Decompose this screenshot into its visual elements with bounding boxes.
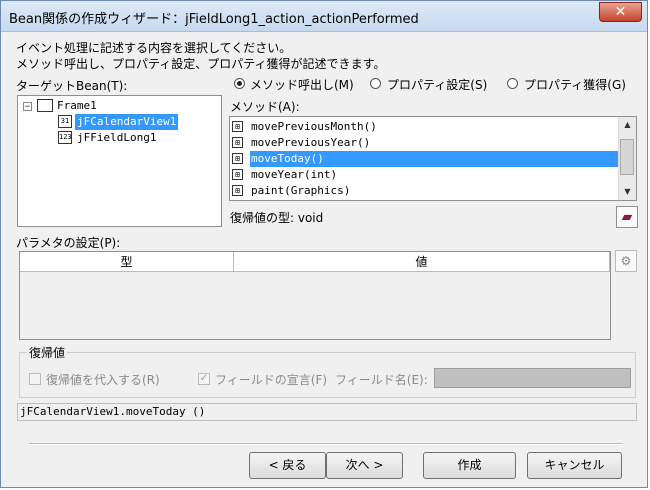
method-list[interactable]: ⊞ movePreviousMonth() ⊞ movePreviousYear… bbox=[229, 116, 637, 201]
method-list-scrollbar[interactable]: ▲ ▼ bbox=[618, 117, 636, 200]
method-icon: ⊞ bbox=[232, 121, 243, 132]
method-item[interactable]: ⊞ moveYear(int) bbox=[230, 167, 620, 183]
window-title: Bean関係の作成ウィザード：jFieldLong1_action_action… bbox=[9, 12, 419, 27]
tree-node-jffieldlong1[interactable]: 123 jFFieldLong1 bbox=[18, 130, 218, 146]
radio-property-get-label[interactable]: プロパティ獲得(G) bbox=[524, 76, 626, 93]
method-item[interactable]: ⊞ movePreviousYear() bbox=[230, 135, 620, 151]
tree-node-label: Frame1 bbox=[57, 99, 97, 112]
collapse-icon[interactable]: − bbox=[23, 102, 32, 112]
tree-node-label: jFCalendarView1 bbox=[75, 114, 179, 130]
method-item-label: paint(Graphics) bbox=[251, 184, 351, 197]
button-separator bbox=[29, 443, 623, 445]
parameters-table[interactable]: 型 値 bbox=[19, 251, 611, 340]
scroll-up-icon[interactable]: ▲ bbox=[619, 117, 636, 133]
radio-property-set[interactable] bbox=[370, 78, 381, 89]
generated-code-preview: jFCalendarView1.moveToday () bbox=[17, 403, 637, 421]
return-type-label: 復帰値の型: void bbox=[230, 211, 324, 225]
method-icon: ⊞ bbox=[232, 185, 243, 196]
method-item[interactable]: ⊞ paint(Graphics) bbox=[230, 183, 620, 199]
method-item[interactable]: ⊞ movePreviousMonth() bbox=[230, 119, 620, 135]
frame-icon bbox=[37, 99, 53, 112]
field-declaration-checkbox[interactable]: ✓ bbox=[198, 373, 210, 385]
field-name-label: フィールド名(E): bbox=[335, 373, 428, 387]
column-header-value[interactable]: 値 bbox=[234, 252, 610, 272]
method-item-label: movePreviousMonth() bbox=[251, 120, 377, 133]
scroll-thumb[interactable] bbox=[620, 139, 634, 175]
method-icon: ⊞ bbox=[232, 153, 243, 164]
close-button[interactable]: ✕ bbox=[599, 2, 642, 22]
method-item-label: movePreviousYear() bbox=[251, 136, 371, 149]
target-bean-label: ターゲットBean(T): bbox=[16, 79, 128, 93]
method-item-selected[interactable]: ⊞ moveToday() bbox=[230, 150, 621, 168]
radio-method-call-label[interactable]: メソッド呼出し(M) bbox=[250, 76, 354, 93]
create-button[interactable]: 作成 bbox=[423, 452, 516, 479]
field-declaration-label: フィールドの宣言(F) bbox=[215, 373, 328, 387]
instruction-line-2: メソッド呼出し、プロパティ設定、プロパティ獲得が記述できます。 bbox=[16, 57, 386, 71]
wizard-dialog: Bean関係の作成ウィザード：jFieldLong1_action_action… bbox=[0, 0, 648, 488]
instruction-line-1: イベント処理に記述する内容を選択してください。 bbox=[16, 41, 292, 55]
calendar-bean-icon: 31 bbox=[58, 115, 72, 128]
method-icon: ⊞ bbox=[232, 137, 243, 148]
radio-property-set-label[interactable]: プロパティ設定(S) bbox=[387, 76, 487, 93]
scroll-down-icon[interactable]: ▼ bbox=[619, 184, 636, 200]
tree-node-jfcalendarview1[interactable]: 31 jFCalendarView1 bbox=[18, 114, 218, 130]
assign-return-label: 復帰値を代入する(R) bbox=[46, 373, 160, 387]
method-item-label: moveToday() bbox=[249, 150, 621, 168]
cancel-button[interactable]: キャンセル bbox=[527, 452, 622, 479]
title-bar[interactable]: Bean関係の作成ウィザード：jFieldLong1_action_action… bbox=[1, 1, 647, 32]
radio-property-get[interactable] bbox=[507, 78, 518, 89]
field-name-input[interactable] bbox=[434, 368, 631, 388]
target-bean-tree[interactable]: − Frame1 31 jFCalendarView1 123 jFFieldL… bbox=[17, 95, 222, 227]
book-icon[interactable]: ▰ bbox=[616, 206, 638, 228]
return-value-group-title: 復帰値 bbox=[27, 344, 68, 361]
method-list-label: メソッド(A): bbox=[230, 100, 300, 114]
radio-method-call[interactable] bbox=[234, 78, 245, 89]
parameters-label: パラメタの設定(P): bbox=[16, 236, 121, 250]
next-button[interactable]: 次へ > bbox=[326, 452, 403, 479]
wand-icon[interactable]: ⚙ bbox=[615, 250, 637, 272]
assign-return-checkbox[interactable] bbox=[29, 373, 41, 385]
field-bean-icon: 123 bbox=[58, 131, 72, 144]
tree-node-frame1[interactable]: − Frame1 bbox=[18, 98, 218, 114]
tree-node-label: jFFieldLong1 bbox=[77, 131, 157, 144]
method-icon: ⊞ bbox=[232, 169, 243, 180]
column-header-type[interactable]: 型 bbox=[20, 252, 234, 272]
back-button[interactable]: < 戻る bbox=[249, 452, 326, 479]
method-item-label: moveYear(int) bbox=[251, 168, 338, 181]
